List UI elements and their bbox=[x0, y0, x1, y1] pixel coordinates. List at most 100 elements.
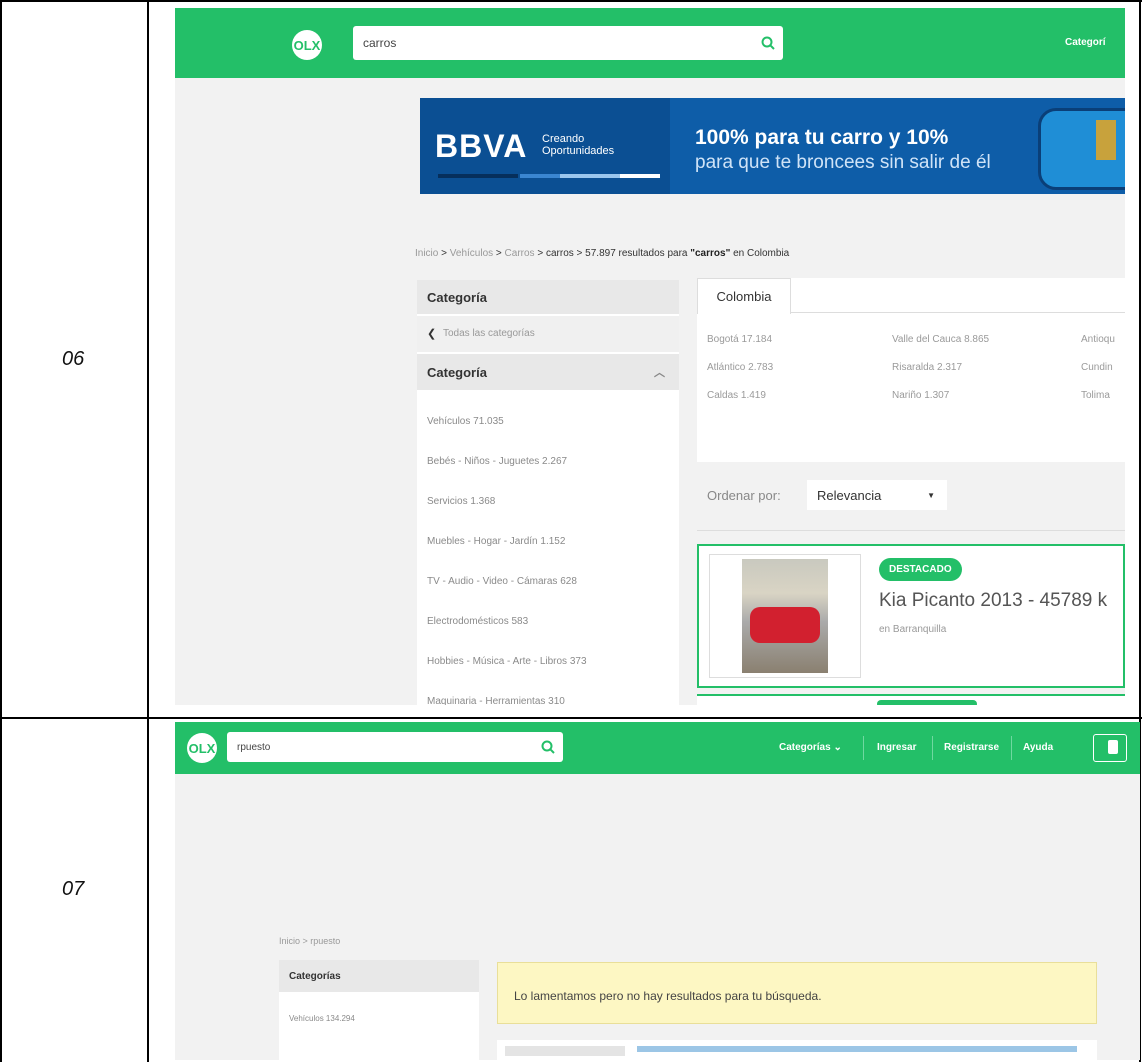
category-item[interactable]: TV - Audio - Video - Cámaras 628 bbox=[427, 576, 577, 587]
result-count: 57.897 resultados para bbox=[585, 248, 688, 259]
screenshot-06: OLX carros Categorí BBVA Creando Oportun… bbox=[175, 8, 1125, 705]
location-link[interactable]: Bogotá 17.184 bbox=[707, 334, 772, 345]
location-link[interactable]: Cundin bbox=[1081, 362, 1113, 373]
listing-title[interactable]: Kia Picanto 2013 - 45789 k bbox=[879, 590, 1107, 612]
breadcrumb: Inicio > Vehículos > Carros > carros > 5… bbox=[415, 248, 789, 259]
sort-value: Relevancia bbox=[817, 487, 882, 503]
category-sidebar: Categorías Vehículos 134.294 bbox=[279, 960, 479, 1060]
chevron-down-icon: ⌄ bbox=[833, 742, 842, 753]
breadcrumb-carros[interactable]: Carros bbox=[505, 248, 535, 259]
nav-divider bbox=[1011, 736, 1012, 760]
row-label-07: 07 bbox=[62, 878, 85, 900]
table-border-left bbox=[0, 0, 2, 1062]
location-link[interactable]: Valle del Cauca 8.865 bbox=[892, 334, 989, 345]
olx-logo[interactable]: OLX bbox=[292, 30, 322, 60]
dropdown-arrow-icon: ▼ bbox=[927, 490, 935, 500]
breadcrumb-sep: > bbox=[576, 248, 583, 259]
banner-stripe-4 bbox=[620, 174, 660, 178]
nav-divider bbox=[932, 736, 933, 760]
no-results-notice: Lo lamentamos pero no hay resultados par… bbox=[497, 962, 1097, 1024]
sort-select[interactable]: Relevancia ▼ bbox=[807, 480, 947, 510]
location-link[interactable]: Antioqu bbox=[1081, 334, 1115, 345]
location-link[interactable]: Tolima bbox=[1081, 390, 1110, 401]
category-section-title: Categoría bbox=[427, 364, 487, 380]
camera-icon bbox=[1108, 740, 1118, 754]
search-value: rpuesto bbox=[237, 741, 271, 753]
search-icon[interactable] bbox=[541, 740, 555, 754]
nav-categories[interactable]: Categorías ⌄ bbox=[779, 742, 842, 753]
sidebar-header: Categoría bbox=[417, 280, 679, 314]
listing-thumbnail-frame bbox=[709, 554, 861, 678]
breadcrumb-home[interactable]: Inicio bbox=[415, 248, 438, 259]
search-value: carros bbox=[363, 36, 397, 50]
location-link[interactable]: Atlántico 2.783 bbox=[707, 362, 773, 373]
suggestion-link bbox=[637, 1046, 1077, 1052]
location-link[interactable]: Nariño 1.307 bbox=[892, 390, 949, 401]
listing-card[interactable]: DESTACADO Kia Picanto 2013 - 45789 k en … bbox=[697, 544, 1125, 688]
sort-label: Ordenar por: bbox=[707, 488, 781, 503]
search-input[interactable]: rpuesto bbox=[227, 732, 563, 762]
listing-location: en Barranquilla bbox=[879, 624, 947, 635]
nav-divider bbox=[863, 736, 864, 760]
location-link[interactable]: Risaralda 2.317 bbox=[892, 362, 962, 373]
location-panel: Colombia Bogotá 17.184 Atlántico 2.783 C… bbox=[697, 278, 1125, 462]
bbva-logo: BBVA bbox=[435, 128, 528, 164]
breadcrumb-query: carros bbox=[545, 248, 574, 259]
banner-headline: 100% para tu carro y 10% bbox=[695, 126, 949, 149]
breadcrumb-vehiculos[interactable]: Vehículos bbox=[450, 248, 493, 259]
sidebar-header: Categorías bbox=[279, 960, 479, 992]
nav-register[interactable]: Registrarse bbox=[944, 742, 999, 753]
nav-help[interactable]: Ayuda bbox=[1023, 742, 1053, 753]
category-section-header[interactable]: Categoría ︿ bbox=[417, 354, 679, 390]
all-categories-link[interactable]: ❮ Todas las categorías bbox=[417, 316, 679, 352]
nav-login[interactable]: Ingresar bbox=[877, 742, 916, 753]
category-item[interactable]: Electrodomésticos 583 bbox=[427, 616, 528, 627]
result-query: "carros" bbox=[690, 248, 731, 259]
search-icon[interactable] bbox=[761, 36, 775, 50]
tab-colombia[interactable]: Colombia bbox=[697, 278, 791, 314]
row-label-06: 06 bbox=[62, 348, 85, 370]
suggestion-thumbnail bbox=[505, 1046, 625, 1056]
category-sidebar: Categoría ❮ Todas las categorías Categor… bbox=[417, 280, 679, 705]
divider bbox=[697, 530, 1125, 531]
featured-badge: DESTACADO bbox=[879, 558, 962, 581]
camera-button[interactable] bbox=[1093, 734, 1127, 762]
category-item[interactable]: Vehículos 134.294 bbox=[289, 1014, 355, 1023]
location-link[interactable]: Caldas 1.419 bbox=[707, 390, 766, 401]
banner-stripe-2 bbox=[520, 174, 560, 178]
table-row-divider bbox=[0, 717, 1142, 719]
document-table: 06 07 OLX carros Categorí BBVA Creando O… bbox=[0, 0, 1142, 1062]
chevron-up-icon[interactable]: ︿ bbox=[654, 364, 665, 380]
red-car-shape bbox=[750, 607, 820, 643]
olx-header-bar: OLX carros Categorí bbox=[175, 8, 1125, 78]
banner-tagline: Creando Oportunidades bbox=[542, 133, 614, 157]
search-input[interactable]: carros bbox=[353, 26, 783, 60]
banner-subline: para que te broncees sin salir de él bbox=[695, 152, 991, 173]
screenshot-07: OLX rpuesto Categorías ⌄ Ingresar Regist… bbox=[175, 722, 1140, 1060]
breadcrumb-sep: > bbox=[441, 248, 447, 259]
next-listing-card[interactable] bbox=[697, 694, 1125, 705]
chevron-left-icon: ❮ bbox=[427, 328, 437, 340]
table-border-top bbox=[0, 0, 1142, 2]
nav-categories-label: Categorías bbox=[779, 742, 831, 753]
breadcrumb: Inicio > rpuesto bbox=[279, 936, 341, 946]
olx-logo[interactable]: OLX bbox=[187, 733, 217, 763]
result-location: en Colombia bbox=[733, 248, 790, 259]
nav-categories[interactable]: Categorí bbox=[1065, 37, 1106, 48]
banner-stripe-3 bbox=[560, 174, 620, 178]
category-item[interactable]: Servicios 1.368 bbox=[427, 496, 495, 507]
olx-header-bar: OLX rpuesto Categorías ⌄ Ingresar Regist… bbox=[175, 722, 1140, 774]
suggestion-card[interactable] bbox=[497, 1040, 1097, 1060]
category-item[interactable]: Muebles - Hogar - Jardín 1.152 bbox=[427, 536, 565, 547]
car-window bbox=[1096, 120, 1116, 160]
category-item[interactable]: Bebés - Niños - Juguetes 2.267 bbox=[427, 456, 567, 467]
next-featured-badge bbox=[877, 700, 977, 705]
bbva-banner[interactable]: BBVA Creando Oportunidades 100% para tu … bbox=[420, 98, 1125, 194]
category-item[interactable]: Vehículos 71.035 bbox=[427, 416, 504, 427]
table-column-divider bbox=[147, 0, 149, 1062]
category-item[interactable]: Maquinaria - Herramientas 310 bbox=[427, 696, 565, 705]
banner-stripe-1 bbox=[438, 174, 518, 178]
banner-tagline-1: Creando bbox=[542, 133, 585, 145]
breadcrumb-sep: > bbox=[537, 248, 544, 259]
category-item[interactable]: Hobbies - Música - Arte - Libros 373 bbox=[427, 656, 587, 667]
